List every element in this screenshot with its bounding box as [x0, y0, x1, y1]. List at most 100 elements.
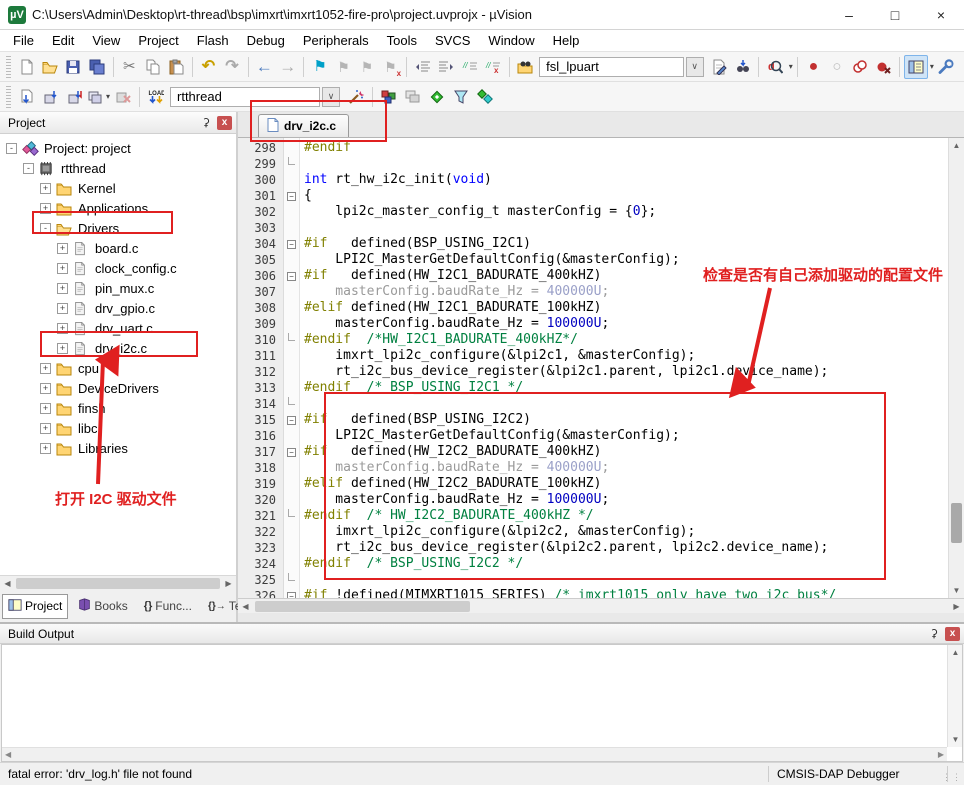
scroll-down-icon[interactable]: ▼ — [948, 732, 963, 747]
open-file-icon[interactable] — [38, 55, 61, 79]
tab-drv-i2c[interactable]: drv_i2c.c — [258, 114, 349, 137]
code-line-305[interactable]: LPI2C_MasterGetDefaultConfig(&masterConf… — [304, 252, 948, 268]
code-line-322[interactable]: imxrt_lpi2c_configure(&lpi2c2, &masterCo… — [304, 524, 948, 540]
code-line-303[interactable] — [304, 220, 948, 236]
tree-item-cpu[interactable]: +cpu — [0, 358, 236, 378]
tree-item-devicedrivers[interactable]: +DeviceDrivers — [0, 378, 236, 398]
line-number[interactable]: 322 — [238, 524, 283, 540]
build-output-vscrollbar[interactable]: ▲ ▼ — [947, 645, 962, 747]
pin-icon[interactable]: ⚳ — [927, 627, 941, 641]
navigate-back-icon[interactable]: ← — [253, 55, 276, 79]
find-menu-dropdown-icon[interactable]: ▾ — [789, 62, 793, 71]
menu-project[interactable]: Project — [129, 31, 187, 50]
manage-project-items-icon[interactable] — [377, 85, 401, 109]
fold-collapse-icon[interactable]: − — [284, 588, 299, 598]
line-number[interactable]: 304 — [238, 236, 283, 252]
tree-item-pin-mux-c[interactable]: +pin_mux.c — [0, 278, 236, 298]
undo-icon[interactable]: ↶ — [197, 55, 220, 79]
line-number[interactable]: 317 — [238, 444, 283, 460]
maximize-button[interactable]: □ — [872, 0, 918, 29]
expand-icon[interactable]: + — [40, 403, 51, 414]
code-line-324[interactable]: #endif /* BSP_USING_I2C2 */ — [304, 556, 948, 572]
project-windows-icon[interactable] — [401, 85, 425, 109]
uncomment-selection-icon[interactable]: //x — [481, 55, 504, 79]
code-line-315[interactable]: #if defined(BSP_USING_I2C2) — [304, 412, 948, 428]
resize-grip[interactable]: ⋮⋮ — [948, 763, 964, 785]
editor-vscrollbar[interactable]: ▲ ▼ — [948, 138, 964, 598]
line-number[interactable]: 305 — [238, 252, 283, 268]
expand-icon[interactable]: + — [40, 203, 51, 214]
line-number[interactable]: 302 — [238, 204, 283, 220]
tab-func[interactable]: {}Func... — [138, 595, 198, 617]
breakpoint-kill-all-icon[interactable] — [872, 55, 895, 79]
menu-file[interactable]: File — [4, 31, 43, 50]
code-text[interactable]: #endifint rt_hw_i2c_init(void){ lpi2c_ma… — [300, 138, 948, 598]
scroll-right-icon[interactable]: ▶ — [221, 577, 236, 590]
window-layout-icon[interactable] — [904, 55, 927, 79]
stop-build-icon[interactable] — [111, 85, 135, 109]
breakpoint-disable-all-icon[interactable] — [849, 55, 872, 79]
expand-icon[interactable]: + — [40, 443, 51, 454]
code-line-309[interactable]: masterConfig.baudRate_Hz = 100000U; — [304, 316, 948, 332]
expand-icon[interactable]: + — [57, 343, 68, 354]
line-number[interactable]: 300 — [238, 172, 283, 188]
expand-icon[interactable]: + — [57, 283, 68, 294]
batch-build-icon[interactable]: ▾ — [87, 85, 111, 109]
find-menu-icon[interactable]: d — [763, 55, 786, 79]
indent-icon[interactable] — [434, 55, 457, 79]
bookmark-clear-all-icon[interactable]: ⚑x — [379, 55, 402, 79]
code-line-299[interactable] — [304, 156, 948, 172]
project-panel-close-icon[interactable]: x — [217, 116, 232, 130]
scroll-up-icon[interactable]: ▲ — [949, 138, 964, 153]
tree-item-clock-config-c[interactable]: +clock_config.c — [0, 258, 236, 278]
comment-selection-icon[interactable]: // — [458, 55, 481, 79]
tree-item-board-c[interactable]: +board.c — [0, 238, 236, 258]
code-line-307[interactable]: masterConfig.baudRate_Hz = 400000U; — [304, 284, 948, 300]
tree-item-finsh[interactable]: +finsh — [0, 398, 236, 418]
tree-item-drv-i2c-c[interactable]: +drv_i2c.c — [0, 338, 236, 358]
copy-icon[interactable] — [141, 55, 164, 79]
code-line-298[interactable]: #endif — [304, 140, 948, 156]
line-number[interactable]: 321 — [238, 508, 283, 524]
tree-item-libc[interactable]: +libc — [0, 418, 236, 438]
download-load-icon[interactable]: LOAD — [144, 85, 168, 109]
target-select-combobox[interactable]: rtthread — [170, 87, 320, 107]
build-output-hscrollbar[interactable]: ◀ ▶ — [2, 747, 947, 761]
code-line-326[interactable]: #if !defined(MIMXRT1015_SERIES) /* imxrt… — [304, 588, 948, 598]
line-number[interactable]: 326 — [238, 588, 283, 598]
code-line-313[interactable]: #endif /* BSP_USING_I2C1 */ — [304, 380, 948, 396]
line-number[interactable]: 299 — [238, 156, 283, 172]
line-number[interactable]: 313 — [238, 380, 283, 396]
expand-icon[interactable]: + — [40, 423, 51, 434]
toolbar-grip[interactable] — [6, 56, 11, 78]
fold-collapse-icon[interactable]: − — [284, 236, 299, 252]
new-file-icon[interactable] — [15, 55, 38, 79]
redo-icon[interactable]: ↷ — [220, 55, 243, 79]
manage-run-time-environment-icon[interactable] — [425, 85, 449, 109]
tree-item-project-project[interactable]: -Project: project — [0, 138, 236, 158]
bookmark-prev-icon[interactable]: ⚑ — [332, 55, 355, 79]
select-software-packs-icon[interactable] — [449, 85, 473, 109]
code-line-325[interactable] — [304, 572, 948, 588]
tab-books[interactable]: Books — [72, 594, 133, 618]
code-line-310[interactable]: #endif /*HW_I2C1_BADURATE_400kHZ*/ — [304, 332, 948, 348]
tree-item-rtthread[interactable]: -rtthread — [0, 158, 236, 178]
code-line-302[interactable]: lpi2c_master_config_t masterConfig = {0}… — [304, 204, 948, 220]
menu-flash[interactable]: Flash — [188, 31, 238, 50]
pack-installer-icon[interactable] — [473, 85, 497, 109]
scroll-left-icon[interactable]: ◀ — [238, 600, 253, 613]
line-number[interactable]: 319 — [238, 476, 283, 492]
editor-hscrollbar[interactable]: ◀ ▶ — [238, 598, 964, 613]
line-number[interactable]: 314 — [238, 396, 283, 412]
bookmark-toggle-icon[interactable]: ⚑ — [308, 55, 331, 79]
expand-icon[interactable]: + — [40, 183, 51, 194]
line-number[interactable]: 325 — [238, 572, 283, 588]
expand-icon[interactable]: + — [40, 383, 51, 394]
line-number[interactable]: 324 — [238, 556, 283, 572]
code-view[interactable]: 2982993003013023033043053063073083093103… — [238, 138, 964, 598]
code-line-311[interactable]: imxrt_lpi2c_configure(&lpi2c1, &masterCo… — [304, 348, 948, 364]
line-number[interactable]: 307 — [238, 284, 283, 300]
tab-project[interactable]: Project — [2, 594, 68, 619]
find-in-files-icon[interactable] — [514, 55, 537, 79]
save-icon[interactable] — [62, 55, 85, 79]
